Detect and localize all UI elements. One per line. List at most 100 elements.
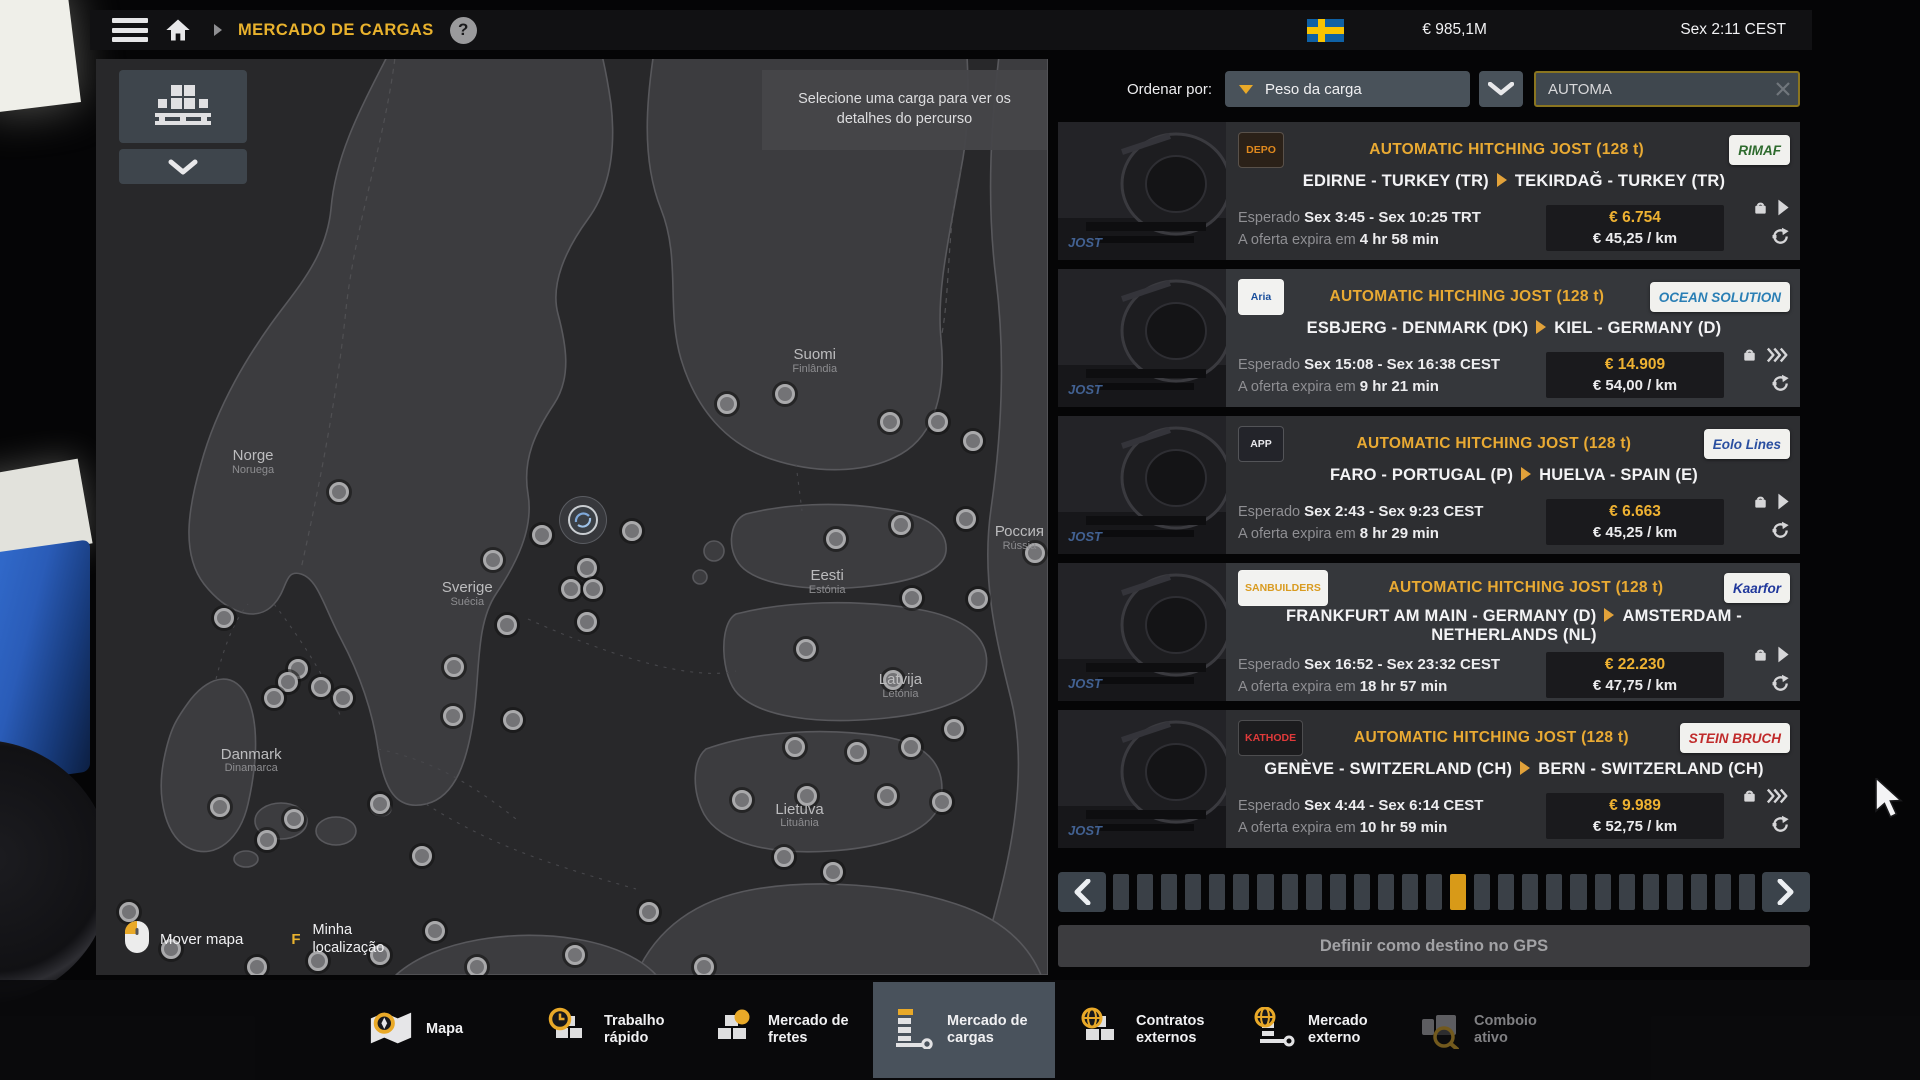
city-marker[interactable] [214,608,234,628]
city-marker[interactable] [577,612,597,632]
page-tick[interactable] [1619,874,1635,910]
nav-tab-mapa[interactable]: Mapa [352,980,534,1080]
city-marker[interactable] [826,529,846,549]
nav-tab-contratos-externos[interactable]: Contratos externos [1062,980,1244,1080]
city-marker[interactable] [311,677,331,697]
city-marker[interactable] [622,521,642,541]
page-tick[interactable] [1426,874,1442,910]
city-marker[interactable] [796,639,816,659]
page-tick[interactable] [1282,874,1298,910]
sort-dropdown[interactable]: Peso da carga [1225,71,1470,107]
nav-tab-mercado-de-fretes[interactable]: Mercado de fretes [694,980,876,1080]
page-tick[interactable] [1498,874,1514,910]
page-tick[interactable] [1739,874,1755,910]
page-tick[interactable] [1161,874,1177,910]
page-next-button[interactable] [1762,872,1810,912]
city-marker[interactable] [425,921,445,941]
search-input[interactable] [1536,81,1768,98]
city-marker[interactable] [443,706,463,726]
city-marker[interactable] [928,412,948,432]
city-marker[interactable] [901,737,921,757]
city-marker[interactable] [532,525,552,545]
city-marker[interactable] [119,902,139,922]
city-marker[interactable] [257,830,277,850]
page-tick[interactable] [1643,874,1659,910]
page-tick[interactable] [1137,874,1153,910]
page-tick[interactable] [1522,874,1538,910]
city-marker[interactable] [880,412,900,432]
clear-search-icon[interactable] [1768,81,1798,97]
page-tick[interactable] [1233,874,1249,910]
city-marker[interactable] [968,589,988,609]
city-marker[interactable] [497,615,517,635]
page-tick[interactable] [1715,874,1731,910]
city-marker[interactable] [284,809,304,829]
page-previous-button[interactable] [1058,872,1106,912]
page-tick-current[interactable] [1450,874,1466,910]
page-tick[interactable] [1595,874,1611,910]
city-marker[interactable] [732,790,752,810]
city-marker[interactable] [902,588,922,608]
page-tick[interactable] [1667,874,1683,910]
cargo-view-button[interactable] [119,70,247,143]
city-marker[interactable] [694,957,714,975]
page-tick[interactable] [1378,874,1394,910]
city-marker[interactable] [639,902,659,922]
nav-tab-trabalho-r-pido[interactable]: Trabalho rápido [530,980,712,1080]
city-marker[interactable] [963,431,983,451]
city-marker[interactable] [847,742,867,762]
page-tick[interactable] [1306,874,1322,910]
nav-tab-mercado-externo[interactable]: Mercado externo [1234,980,1416,1080]
cargo-offer-card[interactable]: JOST DEPO AUTOMATIC HITCHING JOST (128 t… [1058,122,1800,260]
page-tick[interactable] [1330,874,1346,910]
city-marker[interactable] [264,688,284,708]
home-icon[interactable] [164,17,194,43]
city-marker[interactable] [444,657,464,677]
city-marker[interactable] [891,515,911,535]
page-tick[interactable] [1354,874,1370,910]
city-marker[interactable] [329,482,349,502]
city-marker[interactable] [717,394,737,414]
city-marker[interactable] [785,737,805,757]
city-marker[interactable] [1025,543,1045,563]
menu-icon[interactable] [112,18,148,42]
city-marker[interactable] [577,558,597,578]
city-marker[interactable] [775,384,795,404]
nav-tab-mercado-de-cargas[interactable]: Mercado de cargas [873,982,1055,1078]
collapse-chevron-button[interactable] [119,149,247,184]
page-tick[interactable] [1474,874,1490,910]
city-marker[interactable] [956,509,976,529]
city-marker[interactable] [944,719,964,739]
city-marker[interactable] [412,846,432,866]
cargo-offer-card[interactable]: JOST SANBUILDERS AUTOMATIC HITCHING JOST… [1058,563,1800,701]
cargo-offer-card[interactable]: JOST KATHODE AUTOMATIC HITCHING JOST (12… [1058,710,1800,848]
page-tick[interactable] [1113,874,1129,910]
city-marker[interactable] [932,792,952,812]
city-marker[interactable] [247,957,267,975]
city-marker[interactable] [797,786,817,806]
city-marker[interactable] [467,957,487,975]
city-marker[interactable] [877,786,897,806]
page-tick[interactable] [1402,874,1418,910]
city-marker[interactable] [483,550,503,570]
page-tick[interactable] [1257,874,1273,910]
sort-dropdown-chevron-button[interactable] [1479,71,1523,107]
cargo-offer-card[interactable]: JOST Aria AUTOMATIC HITCHING JOST (128 t… [1058,269,1800,407]
page-tick[interactable] [1546,874,1562,910]
city-marker[interactable] [561,579,581,599]
city-marker[interactable] [823,862,843,882]
city-marker[interactable] [370,794,390,814]
city-marker[interactable] [565,945,585,965]
map-panel[interactable]: NorgeNoruegaSuomiFinlândiaSverigeSuéciaE… [96,59,1048,975]
page-tick[interactable] [1570,874,1586,910]
city-marker[interactable] [774,847,794,867]
city-marker[interactable] [333,688,353,708]
page-tick[interactable] [1691,874,1707,910]
city-marker[interactable] [278,672,298,692]
page-tick[interactable] [1209,874,1225,910]
city-marker[interactable] [883,670,903,690]
set-gps-destination-button[interactable]: Definir como destino no GPS [1058,925,1810,967]
city-marker[interactable] [503,710,523,730]
help-icon[interactable]: ? [450,17,477,44]
city-marker[interactable] [210,797,230,817]
